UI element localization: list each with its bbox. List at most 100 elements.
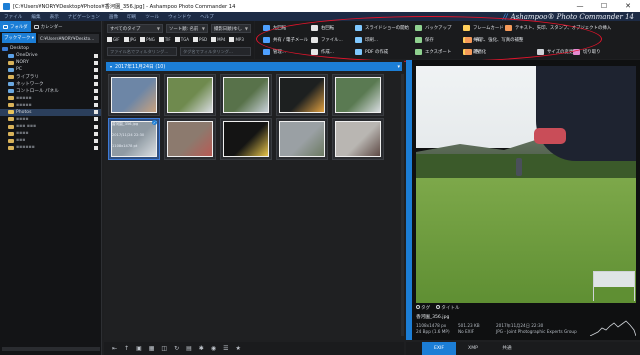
ribbon-button[interactable]: 切り取り — [573, 49, 601, 55]
grid-icon[interactable]: ▦ — [149, 345, 155, 352]
view-mode-icon[interactable]: ◉ — [211, 345, 216, 352]
checkbox[interactable] — [94, 110, 98, 115]
star-icon[interactable]: ★ — [235, 345, 240, 352]
check-icon[interactable]: ✓ — [152, 120, 157, 125]
filetype-filter[interactable]: JPG — [123, 37, 136, 42]
filetype-filter[interactable]: GIF — [107, 37, 120, 42]
menu-window[interactable]: ウィンドウ — [168, 14, 191, 20]
checkbox[interactable] — [107, 37, 112, 42]
ribbon-button[interactable]: バックアップ — [415, 25, 451, 31]
thumbnail[interactable]: 香河園_356.jpg 2017/11/24 22:30 1108x1478 pt ✓ — [108, 118, 160, 160]
filename-search-input[interactable]: ファイル名でフィルタリング... — [107, 47, 177, 56]
tab-exif[interactable]: EXIF — [422, 342, 456, 355]
tree-item[interactable]: Desktop — [0, 45, 101, 52]
menu-file[interactable]: ファイル — [4, 14, 22, 20]
date-select[interactable]: 撮影日順(ゆし ▼ — [211, 24, 251, 33]
menu-view[interactable]: 表示 — [50, 14, 59, 20]
tree-item[interactable]: ▪▪▪ ▪▪▪ — [0, 123, 101, 130]
ribbon-button[interactable]: 印刷... — [355, 37, 378, 43]
filetype-filter[interactable]: MP4 — [211, 37, 225, 42]
checkbox[interactable] — [123, 37, 129, 42]
horizontal-scrollbar[interactable] — [2, 347, 100, 351]
sort-select[interactable]: ソート順: 名前 ▼ — [166, 24, 208, 33]
checkbox[interactable] — [174, 37, 180, 42]
tree-item[interactable]: ネットワーク — [0, 80, 101, 87]
filetype-filter[interactable]: TIF — [158, 37, 171, 42]
tree-item[interactable]: ライブラリ — [0, 73, 101, 80]
filetype-filter[interactable]: TGA — [174, 37, 189, 42]
thumbnail[interactable] — [220, 74, 272, 116]
checkbox[interactable] — [94, 96, 98, 101]
checkbox[interactable] — [94, 131, 98, 136]
minimize-button[interactable]: — — [568, 0, 592, 12]
ribbon-button[interactable]: サイズの変更 — [537, 49, 573, 55]
checkbox[interactable] — [193, 37, 199, 42]
sort-icon[interactable]: ☰ — [223, 345, 228, 352]
checkbox[interactable] — [211, 37, 217, 42]
first-icon[interactable]: ⇤ — [112, 345, 117, 352]
checkbox[interactable] — [94, 103, 98, 108]
menu-print[interactable]: 印刷 — [127, 14, 136, 20]
tag-search-input[interactable]: タグ名でフィルタリング... — [180, 47, 251, 56]
tab-folders[interactable]: フォルダ — [0, 21, 31, 32]
ribbon-button[interactable]: 管理... — [263, 49, 286, 55]
path-field[interactable]: C:¥Users¥NORY¥Deskto... — [37, 33, 99, 43]
checkbox[interactable] — [94, 74, 98, 79]
checkbox[interactable] — [94, 82, 98, 87]
thumbnail[interactable] — [332, 74, 384, 116]
ribbon-button[interactable]: エクスポート — [415, 49, 451, 55]
maximize-button[interactable]: ☐ — [592, 0, 616, 12]
panel-divider[interactable] — [406, 60, 412, 340]
filetype-filter[interactable]: PNG — [140, 37, 155, 42]
ribbon-button[interactable]: スライドショーの開始 — [355, 25, 409, 31]
ribbon-button[interactable]: 左回転 — [263, 25, 286, 31]
ribbon-button[interactable]: 表示、強化、写真の補整 — [465, 37, 523, 43]
tab-xmp[interactable]: XMP — [456, 342, 490, 355]
thumbnail[interactable] — [108, 74, 160, 116]
ribbon-button[interactable]: 色 — [465, 49, 479, 55]
checkbox[interactable] — [94, 138, 98, 143]
tree-item[interactable]: NORY — [0, 59, 101, 66]
photo-preview[interactable] — [416, 66, 636, 303]
collapse-icon[interactable]: ▾ — [110, 64, 112, 69]
menu-image[interactable]: 画像 — [109, 14, 118, 20]
thumbnail[interactable] — [276, 118, 328, 160]
tab-calendar[interactable]: カレンダー — [31, 21, 66, 32]
checkbox[interactable] — [158, 37, 164, 42]
navigator-thumbnail[interactable] — [593, 271, 635, 301]
thumbnail[interactable] — [276, 74, 328, 116]
thumbnail[interactable] — [220, 118, 272, 160]
menu-navigation[interactable]: ナビゲーション — [68, 14, 100, 20]
checkbox[interactable] — [229, 37, 235, 42]
checkbox[interactable] — [94, 53, 98, 58]
tree-item[interactable]: ▪▪▪▪▪▪ — [0, 144, 101, 151]
chevron-down-icon[interactable]: ▾ — [397, 64, 400, 70]
tag-toggle[interactable]: タグ — [416, 305, 430, 311]
ribbon-button[interactable]: ファイル... — [311, 37, 343, 43]
tree-item[interactable]: PC — [0, 66, 101, 73]
tree-item[interactable]: ▪▪▪ — [0, 137, 101, 144]
tree-item[interactable]: ▪▪▪▪ — [0, 116, 101, 123]
image-icon[interactable]: ▤ — [186, 345, 192, 352]
settings-icon[interactable]: ✱ — [199, 345, 204, 352]
ribbon-button[interactable]: フレームカード — [463, 25, 504, 31]
ribbon-button[interactable]: テキスト、矢印、スタンプ、オブジェクトの挿入 — [505, 25, 611, 31]
close-button[interactable]: ✕ — [616, 0, 640, 12]
ribbon-button[interactable]: 共有 / 電子メール — [263, 37, 308, 43]
ribbon-button[interactable]: 右回転 — [311, 25, 334, 31]
tree-item[interactable]: ▪▪▪▪ — [0, 130, 101, 137]
folder-icon[interactable]: ▣ — [136, 345, 142, 352]
ribbon-button[interactable]: PDF の作成 — [355, 49, 388, 55]
tree-item[interactable]: Photos — [0, 108, 101, 116]
checkbox[interactable] — [94, 145, 98, 150]
checkbox[interactable] — [94, 89, 98, 94]
tab-common[interactable]: 共通 — [490, 342, 524, 355]
thumbnail[interactable] — [332, 118, 384, 160]
frame-icon[interactable]: ◫ — [161, 345, 167, 352]
date-group-header[interactable]: ▾ 2017年11月24日 (10) ▾ — [106, 62, 402, 71]
tree-item[interactable]: コントロール パネル — [0, 88, 101, 95]
menu-edit[interactable]: 編集 — [31, 14, 40, 20]
checkbox[interactable] — [94, 60, 98, 65]
ribbon-button[interactable]: 保存 — [415, 37, 434, 43]
bookmark-button[interactable]: ブックマーク ▾ — [2, 33, 36, 43]
